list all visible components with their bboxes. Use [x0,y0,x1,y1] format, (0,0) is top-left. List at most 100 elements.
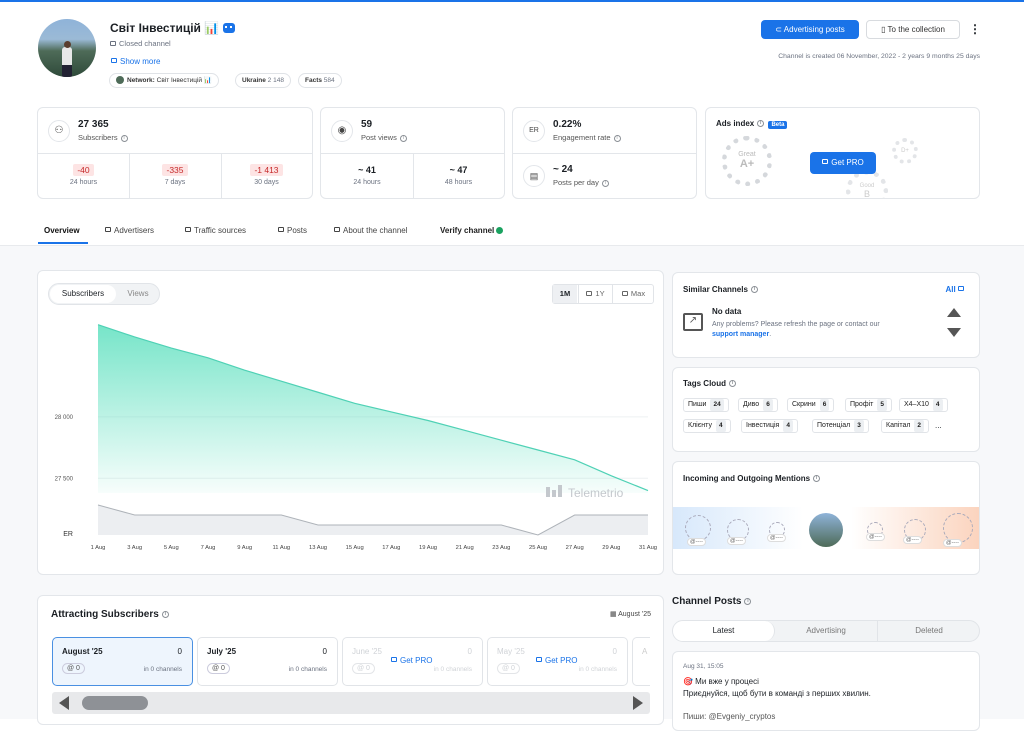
posts-tab-advertising[interactable]: Advertising [775,621,878,641]
tag-item[interactable]: Пиши 24 [683,398,729,412]
month-get-pro-label: Get PRO [400,656,433,665]
no-data-text: Any problems? Please refresh the page or… [712,321,880,328]
y-tick-label: 28 000 [55,415,74,421]
toggle-views[interactable]: Views [117,285,159,303]
subscribers-value: 27 365 [78,119,109,130]
tag-name: Диво [743,401,760,408]
facts-pill[interactable]: Facts 584 [298,73,342,88]
month-card-locked[interactable]: June '25 0 @ 0 in 0 channels Get PRO [342,637,483,686]
chart-card: Subscribers Views 1M 1Y Max 28 000 27 500… [37,270,664,575]
month-get-pro[interactable]: Get PRO [536,656,577,665]
no-data-dot: . [769,331,772,338]
period-1y[interactable]: 1Y [578,285,612,303]
scrollbar-thumb[interactable] [82,696,148,710]
scroll-up-icon[interactable] [947,308,961,317]
month-card-active[interactable]: August '25 0 @ 0 in 0 channels [52,637,193,686]
info-icon: i [601,179,609,187]
similar-all-label: All [945,285,956,294]
post-date: Aug 31, 15:05 [683,663,724,670]
info-icon: i [744,597,752,605]
tag-item[interactable]: Інвестиція 4 [741,419,798,433]
period-1m[interactable]: 1M [553,285,577,303]
tag-name: Потенціал [817,422,851,429]
subscribers-30d-delta: -1 413 [250,164,283,176]
more-menu-icon[interactable]: ⋮ [969,22,981,36]
month-name: July '25 [207,647,237,656]
mention-chip: @---- [903,536,922,544]
posts-tab-advertising-label: Advertising [806,626,846,635]
info-icon: i [813,475,821,483]
tab-traffic-sources[interactable]: Traffic sources [185,226,246,235]
tag-item[interactable]: Капітал 2 [881,419,930,433]
attracting-title: Attracting Subscribers [51,609,159,620]
info-icon: i [728,380,736,388]
month-card[interactable]: July '25 0 @ 0 in 0 channels [197,637,338,686]
month-value: 0 [177,647,182,656]
mentions-card: Incoming and Outgoing Mentions i @---- @-… [672,461,980,575]
toggle-subscribers[interactable]: Subscribers [50,285,116,303]
ads-get-pro-button[interactable]: Get PRO [810,152,876,174]
month-value: 0 [322,647,327,656]
tab-overview-label: Overview [44,226,80,235]
tag-item[interactable]: Скрини 6 [787,398,835,412]
grade-good-gauge: Good B [846,170,888,198]
tab-advertisers[interactable]: Advertisers [105,226,154,235]
lock-icon [334,227,340,233]
show-more-link[interactable]: Show more [111,57,160,66]
month-get-pro[interactable]: Get PRO [391,656,432,665]
subscribers-30d-label: 30 days [254,179,279,186]
period-max[interactable]: Max [612,285,654,303]
tags-cloud-card: Tags Cloud i Пиши 24 Диво 6 Скрини 6 Профіт 5… [672,367,980,452]
network-pill[interactable]: Network: Світ Інвестицій 📊 [109,73,219,88]
views-48h-value: ~ 47 [449,165,468,175]
subscribers-label: Subscribers [78,133,118,142]
subscribers-24h-delta: -40 [73,164,94,176]
advertising-posts-button[interactable]: ⊂ Advertising posts [761,20,859,39]
scroll-down-icon[interactable] [947,328,961,337]
post-card[interactable]: Aug 31, 15:05 🎯 Ми вже у процесі Приєдну… [672,651,980,731]
calendar-icon: ▦ [609,611,619,618]
scroll-right-icon[interactable] [633,696,643,710]
to-collection-button[interactable]: ▯ To the collection [866,20,960,39]
lock-icon [536,657,542,663]
tag-name: Скрини [792,401,816,408]
lock-icon [822,159,829,165]
country-pill[interactable]: Ukraine 2 148 [235,73,291,88]
tag-item[interactable]: Потенціал 3 [812,419,869,433]
lock-icon [185,227,191,233]
tag-name: Інвестиція [746,422,780,429]
x-tick-label: 17 Aug [382,545,400,551]
support-manager-link[interactable]: support manager [712,331,769,338]
horizontal-scrollbar[interactable] [52,692,650,714]
month-card-partial[interactable]: A [632,637,650,686]
tab-posts[interactable]: Posts [278,226,307,235]
x-tick-label: 3 Aug [127,545,142,551]
tag-item[interactable]: Клієнту 4 [683,419,731,433]
country-label: Ukraine [242,77,266,84]
scroll-left-icon[interactable] [59,696,69,710]
channel-avatar [38,19,96,77]
subscribers-24h-label: 24 hours [69,179,98,186]
top-accent-bar [0,0,1024,2]
month-card-locked[interactable]: May '25 0 @ 0 in 0 channels Get PRO [487,637,628,686]
tab-overview[interactable]: Overview [44,226,80,235]
posts-tab-deleted[interactable]: Deleted [878,621,980,641]
tab-verify[interactable]: Verify channel [440,226,504,235]
mention-center-avatar [809,513,843,547]
tab-about[interactable]: About the channel [334,226,408,235]
posts-tab-latest[interactable]: Latest [673,621,775,641]
network-label: Network: [127,77,155,84]
period-selector: 1M 1Y Max [552,284,654,304]
ads-index-card: Ads index i Beta Great A+ Good B D+ Get PRO [705,107,980,199]
network-avatar-icon [116,76,124,85]
similar-all-link[interactable]: All [946,285,967,294]
tag-item[interactable]: Профіт 5 [845,398,892,412]
posts-per-day-value: ~ 24 [553,164,573,175]
tag-item[interactable]: Диво 6 [738,398,778,412]
x-tick-label: 23 Aug [492,545,510,551]
watermark-label: Telemetrio [568,486,624,500]
lock-icon [278,227,284,233]
tags-more[interactable]: ... [935,421,942,430]
tag-item[interactable]: X4–X10 4 [899,398,948,412]
y-tick-label: 27 500 [55,476,74,482]
